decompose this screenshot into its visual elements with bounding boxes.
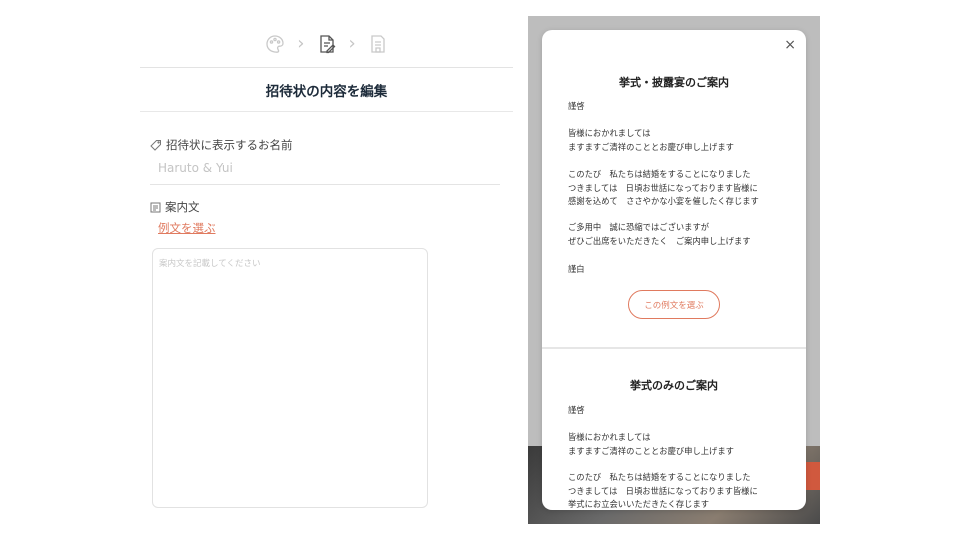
text-line: つきましては 日頃お世話になっております皆様に — [568, 485, 758, 496]
design-step-icon[interactable] — [265, 34, 285, 54]
example-title: 挙式・披露宴のご案内 — [619, 76, 729, 89]
page-title: 招待状の内容を編集 — [265, 84, 388, 100]
text-line: 皆様におかれましては — [568, 128, 651, 138]
name-label-text: 招待状に表示するお名前 — [166, 138, 293, 152]
text-line: 感謝を込めて ささやかな小宴を催したく存じます — [568, 196, 759, 206]
text-line: ぜひご出席をいただきたく ご案内申し上げます — [568, 235, 751, 246]
divider — [140, 67, 513, 68]
example-paragraph: このたび 私たちは結婚をすることになりました つきましては 日頃お世話になってお… — [568, 471, 798, 510]
input-underline — [150, 184, 500, 185]
text-line: ますますご清祥のこととお慶び申し上げます — [568, 141, 734, 152]
example-title: 挙式のみのご案内 — [630, 379, 718, 392]
document-icon — [150, 202, 161, 213]
example-paragraph: 皆様におかれましては ますますご清祥のこととお慶び申し上げます — [568, 127, 798, 154]
preview-document-icon[interactable] — [368, 34, 388, 54]
text-line: このたび 私たちは結婚をすることになりました — [568, 472, 751, 482]
example-greeting: 謹啓 — [568, 405, 585, 415]
editor-panel: › › 招待状の内容を編集 招待状に表示するお名前 Haruto & Yui 案… — [140, 0, 513, 540]
example-modal: × 挙式・披露宴のご案内 謹啓 皆様におかれましては ますますご清祥のこととお慶… — [542, 30, 806, 510]
stage: › › 招待状の内容を編集 招待状に表示するお名前 Haruto & Yui 案… — [0, 0, 960, 540]
text-line: つきましては 日頃お世話になっております皆様に — [568, 182, 758, 193]
edit-document-icon[interactable] — [317, 34, 337, 54]
tag-icon — [150, 139, 162, 151]
divider — [140, 111, 513, 112]
example-closing: 謹白 — [568, 264, 585, 274]
choose-this-example-button[interactable]: この例文を選ぶ — [628, 290, 720, 319]
name-input[interactable]: Haruto & Yui — [158, 161, 233, 175]
text-line: ますますご清祥のこととお慶び申し上げます — [568, 445, 734, 456]
preview-accent-button — [806, 462, 820, 490]
example-paragraph: このたび 私たちは結婚をすることになりました つきましては 日頃お世話になってお… — [568, 168, 798, 209]
step-indicator: › › — [140, 34, 513, 54]
text-line: ご多用中 誠に恐縮ではございますが — [568, 222, 710, 232]
choose-example-link[interactable]: 例文を選ぶ — [158, 220, 216, 236]
message-label: 案内文 — [150, 199, 200, 215]
name-label: 招待状に表示するお名前 — [150, 137, 293, 153]
message-textarea[interactable]: 案内文を記載してください — [152, 248, 428, 508]
message-label-text: 案内文 — [165, 200, 200, 214]
example-paragraph: 皆様におかれましては ますますご清祥のこととお慶び申し上げます — [568, 431, 798, 458]
example-greeting: 謹啓 — [568, 101, 585, 111]
close-icon[interactable]: × — [784, 38, 796, 52]
text-line: 挙式にお立会いいただきたく存じます — [568, 499, 710, 509]
text-line: このたび 私たちは結婚をすることになりました — [568, 169, 751, 179]
text-line: 皆様におかれましては — [568, 432, 651, 442]
example-paragraph: ご多用中 誠に恐縮ではございますが ぜひご出席をいただきたく ご案内申し上げます — [568, 221, 798, 248]
section-divider — [542, 347, 806, 349]
chevron-right-icon: › — [297, 33, 305, 54]
chevron-right-icon: › — [348, 33, 356, 54]
